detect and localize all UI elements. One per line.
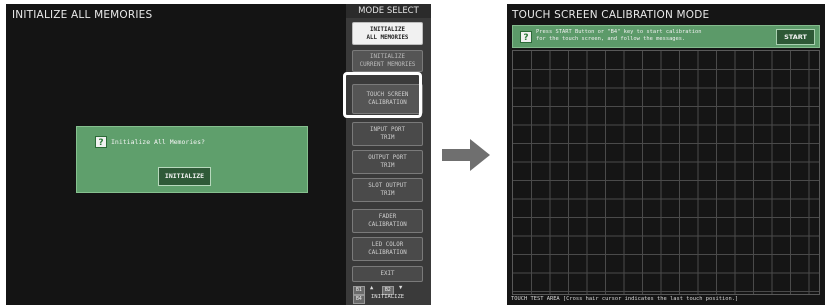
mode-slot-output-trim-button[interactable]: SLOT OUTPUT TRIM — [352, 178, 423, 202]
calibration-grid — [513, 51, 819, 294]
touch-test-area-caption: TOUCH TEST AREA [Cross hair cursor indic… — [511, 296, 739, 302]
question-icon: ? — [95, 136, 107, 148]
instruction-message: Press START Button or "B4" key to start … — [536, 29, 702, 42]
start-button[interactable]: START — [776, 29, 815, 45]
right-arrow-icon — [442, 139, 490, 171]
down-arrow-icon: ▼ — [399, 285, 403, 291]
question-icon: ? — [520, 31, 532, 43]
initialize-screen: INITIALIZE ALL MEMORIES ? Initialize All… — [6, 4, 431, 305]
key-guide-initialize-label: INITIALIZE — [371, 294, 405, 300]
page-title: INITIALIZE ALL MEMORIES — [12, 9, 153, 21]
confirm-dialog: ? Initialize All Memories? INITIALIZE — [76, 126, 308, 193]
touch-test-area[interactable] — [512, 50, 820, 295]
instruction-bar: ? Press START Button or "B4" key to star… — [512, 25, 820, 48]
mode-initialize-all-memories-button[interactable]: INITIALIZE ALL MEMORIES — [352, 22, 423, 45]
selection-highlight — [343, 72, 422, 118]
mode-select-panel: MODE SELECT INITIALIZE ALL MEMORIES INIT… — [346, 4, 431, 305]
bottom-key-guide: B1 ▲ B2 ▼ B4 INITIALIZE — [352, 285, 425, 304]
mode-output-port-trim-button[interactable]: OUTPUT PORT TRIM — [352, 150, 423, 174]
key-chip-b4: B4 — [353, 295, 365, 304]
up-arrow-icon: ▲ — [370, 285, 374, 291]
key-chip-b1: B1 — [353, 286, 365, 295]
mode-initialize-current-memories-button[interactable]: INITIALIZE CURRENT MEMORIES — [352, 50, 423, 72]
mode-led-color-calibration-button[interactable]: LED COLOR CALIBRATION — [352, 237, 423, 261]
dialog-message: Initialize All Memories? — [111, 138, 205, 146]
mode-select-header: MODE SELECT — [346, 4, 431, 18]
mode-fader-calibration-button[interactable]: FADER CALIBRATION — [352, 209, 423, 233]
initialize-button[interactable]: INITIALIZE — [158, 167, 211, 186]
page-title: TOUCH SCREEN CALIBRATION MODE — [512, 9, 710, 21]
calibration-screen: TOUCH SCREEN CALIBRATION MODE ? Press ST… — [507, 4, 825, 305]
mode-input-port-trim-button[interactable]: INPUT PORT TRIM — [352, 122, 423, 146]
exit-button[interactable]: EXIT — [352, 266, 423, 282]
